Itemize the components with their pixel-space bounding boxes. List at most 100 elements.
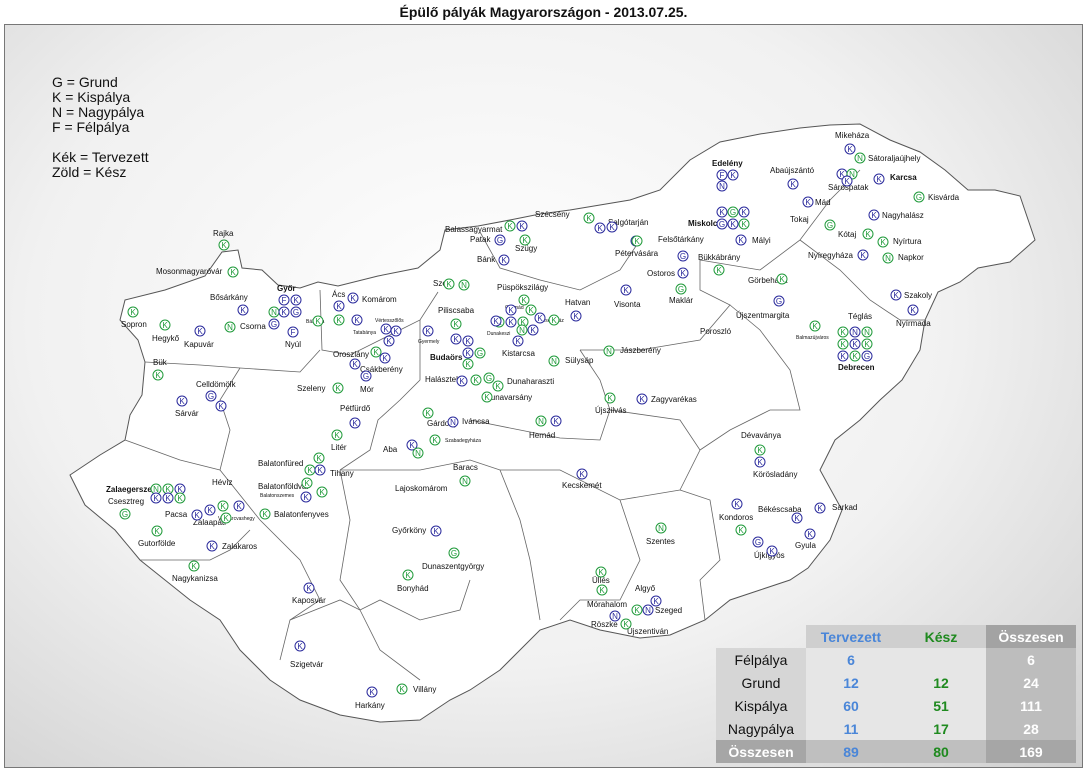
field-marker: K xyxy=(868,209,880,221)
marker-letter: K xyxy=(154,527,160,536)
place-label: Pétervására xyxy=(615,249,659,258)
field-marker: G xyxy=(773,295,785,307)
field-marker: K xyxy=(518,294,530,306)
field-marker: K xyxy=(504,220,516,232)
field-marker: K xyxy=(727,169,739,181)
field-marker: K xyxy=(278,306,290,318)
place-label: Nagykanizsa xyxy=(172,574,218,583)
marker-letter: K xyxy=(852,352,858,361)
marker-letter: K xyxy=(865,230,871,239)
field-marker: K xyxy=(188,560,200,572)
marker-letter: K xyxy=(386,337,392,346)
place-label: Piliscsaba xyxy=(438,306,475,315)
field-marker: N xyxy=(609,610,621,622)
marker-letter: K xyxy=(779,275,785,284)
field-marker: K xyxy=(204,504,216,516)
marker-letter: K xyxy=(230,268,236,277)
place-label: Litér xyxy=(331,443,347,452)
place-label: Sárvár xyxy=(175,409,199,418)
field-marker: K xyxy=(738,206,750,218)
place-label: Algyő xyxy=(635,584,656,593)
marker-letter: K xyxy=(369,688,375,697)
marker-letter: K xyxy=(817,504,823,513)
field-marker: K xyxy=(631,235,643,247)
place-label: Jászberény xyxy=(620,346,661,355)
marker-letter: G xyxy=(678,285,684,294)
marker-letter: K xyxy=(860,251,866,260)
marker-letter: K xyxy=(316,454,322,463)
marker-letter: K xyxy=(194,511,200,520)
field-marker: K xyxy=(548,314,560,326)
field-marker: K xyxy=(443,278,455,290)
place-label: Dunaszentgyörgy xyxy=(422,562,484,571)
place-label: Pétfürdő xyxy=(340,404,371,413)
marker-letter: K xyxy=(459,377,465,386)
field-marker: K xyxy=(650,595,662,607)
marker-letter: K xyxy=(790,180,796,189)
cell-planned: 11 xyxy=(806,717,896,740)
field-marker: K xyxy=(316,486,328,498)
field-marker: K xyxy=(505,316,517,328)
marker-letter: K xyxy=(599,586,605,595)
marker-letter: K xyxy=(847,145,853,154)
marker-letter: K xyxy=(730,171,736,180)
cell-total: 28 xyxy=(986,717,1076,740)
marker-letter: K xyxy=(623,620,629,629)
place-label: Ács xyxy=(332,290,345,299)
marker-letter: N xyxy=(645,606,651,615)
marker-letter: K xyxy=(335,384,341,393)
place-label: Pacsa xyxy=(165,510,188,519)
marker-letter: K xyxy=(734,500,740,509)
place-label: Újszentmargita xyxy=(736,311,790,320)
place-label: Kapuvár xyxy=(184,340,214,349)
place-label: Mosonmagyaróvár xyxy=(156,267,223,276)
field-marker: K xyxy=(631,604,643,616)
marker-letter: K xyxy=(871,211,877,220)
marker-letter: K xyxy=(352,419,358,428)
marker-letter: K xyxy=(393,327,399,336)
field-marker: K xyxy=(738,218,750,230)
marker-letter: K xyxy=(281,308,287,317)
field-marker: K xyxy=(218,239,230,251)
field-marker: G xyxy=(913,191,925,203)
marker-letter: K xyxy=(864,340,870,349)
place-label: Karcsa xyxy=(890,173,917,182)
field-marker: K xyxy=(220,512,232,524)
field-marker: K xyxy=(332,382,344,394)
marker-letter: K xyxy=(521,296,527,305)
marker-letter: K xyxy=(876,175,882,184)
cell-total: 111 xyxy=(986,694,1076,717)
place-label: Körösladány xyxy=(753,470,797,479)
marker-letter: K xyxy=(306,584,312,593)
marker-letter: K xyxy=(579,470,585,479)
stats-table: Tervezett Kész Összesen Félpálya 6 6 Gru… xyxy=(716,625,1076,763)
field-marker: K xyxy=(301,477,313,489)
field-marker: N xyxy=(882,252,894,264)
marker-letter: G xyxy=(730,208,736,217)
place-label: Budaörs xyxy=(430,353,463,362)
field-marker: K xyxy=(456,375,468,387)
marker-letter: K xyxy=(553,417,559,426)
field-marker: N xyxy=(447,416,459,428)
marker-letter: K xyxy=(304,479,310,488)
field-marker: K xyxy=(462,335,474,347)
place-label: Kisvárda xyxy=(928,193,960,202)
field-marker: N xyxy=(224,321,236,333)
field-marker: K xyxy=(516,220,528,232)
place-label: Aba xyxy=(383,445,398,454)
marker-letter: K xyxy=(508,306,514,315)
field-marker: G xyxy=(861,350,873,362)
place-label: Hatvan xyxy=(565,298,590,307)
sum-total: 169 xyxy=(986,740,1076,763)
place-label: Balatonszemes xyxy=(260,493,295,499)
place-label: Celldömölk xyxy=(196,380,237,389)
field-marker: K xyxy=(470,374,482,386)
field-marker: K xyxy=(837,326,849,338)
field-marker: K xyxy=(152,369,164,381)
marker-letter: N xyxy=(857,154,863,163)
field-marker: G xyxy=(727,206,739,218)
field-marker: K xyxy=(396,683,408,695)
marker-letter: G xyxy=(486,374,492,383)
marker-letter: K xyxy=(425,409,431,418)
marker-letter: K xyxy=(730,220,736,229)
